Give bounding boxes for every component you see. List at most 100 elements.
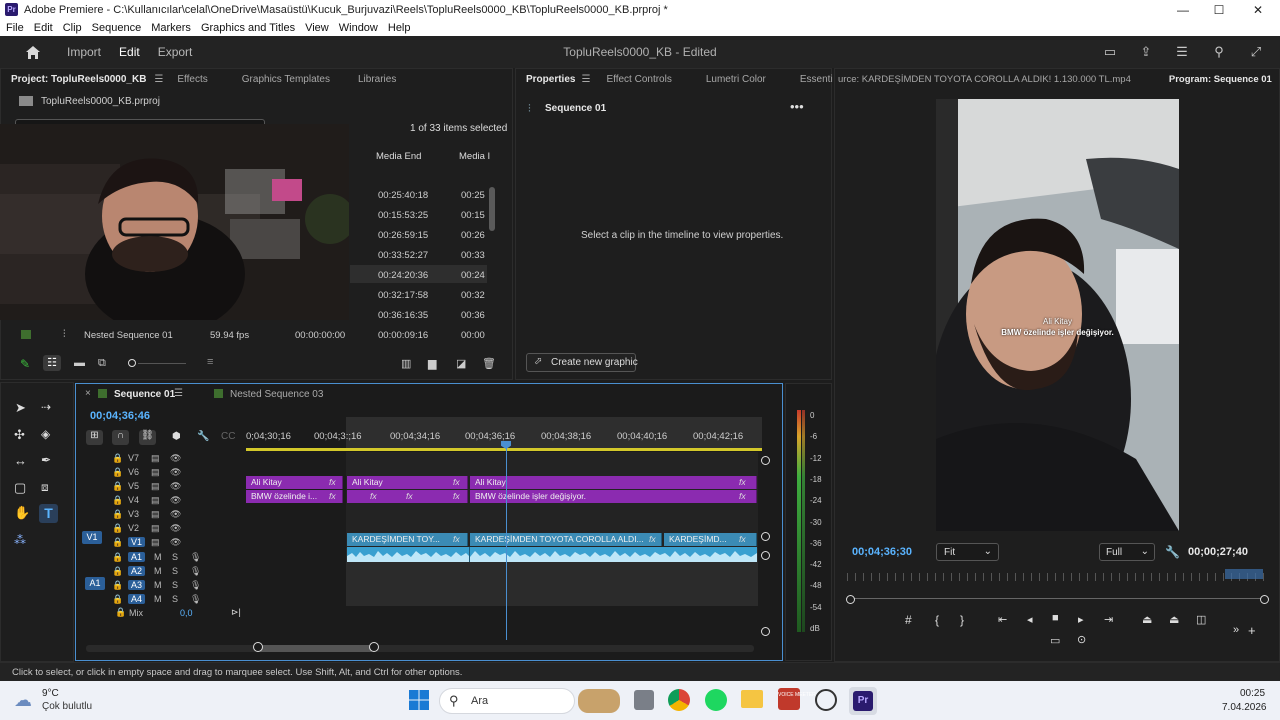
pencil-icon[interactable]: ✎ [20,357,30,371]
insert-nest-icon[interactable]: ⊞ [86,430,103,445]
sync-lock-icon[interactable]: ▤ [151,509,160,520]
col-media-in[interactable]: Media I [459,151,490,162]
a-zoom-handle-bottom[interactable] [761,627,770,636]
clip-v5-2[interactable]: Ali Kitay [347,476,468,489]
table-row[interactable]: 00:15:53:25 00:15 [350,205,487,223]
file-explorer-icon[interactable] [741,690,763,708]
v-zoom-handle-top[interactable] [761,456,770,465]
tab-nested-sequence-03[interactable]: Nested Sequence 03 [230,389,323,400]
workspaces-icon[interactable]: ▭ [1102,44,1118,60]
zoom-handle-left[interactable] [846,595,855,604]
sync-lock-icon[interactable]: ▤ [151,467,160,478]
mute-icon[interactable]: M [154,580,162,590]
fit-dropdown[interactable]: Fit ⌄ [936,543,999,561]
clip-v1-2[interactable]: KARDEŞİMDEN TOYOTA COROLLA ALDI... [470,533,662,546]
nested-row-name[interactable]: Nested Sequence 01 [84,330,173,341]
properties-menu-icon[interactable]: ☰ [581,74,590,85]
clip-v5-3[interactable]: Ali Kitay [470,476,757,489]
clock-date[interactable]: 7.04.2026 [1222,702,1267,713]
freeform-view-icon[interactable]: ⧉ [98,357,106,370]
video-track-header[interactable]: 🔒 V1 ▤ 👁 [112,535,232,549]
video-track-header[interactable]: 🔒 V4 ▤ 👁 [112,493,232,507]
icon-view-icon[interactable]: ▬ [74,357,85,369]
monitor-zoom-bar[interactable] [849,598,1267,599]
generative-extend-tool-icon[interactable]: ⁂ [14,533,26,547]
microphone-icon[interactable]: 🎙 [190,594,201,605]
clip-v4-3[interactable]: BMW özelinde işler değişiyor. [470,490,757,503]
clock-time[interactable]: 00:25 [1240,688,1265,699]
vr-icon[interactable]: ▭ [1050,634,1060,647]
tab-source[interactable]: urce: KARDEŞİMDEN TOYOTA COROLLA ALDIK! … [838,74,1131,85]
windows-start-icon[interactable] [408,689,430,711]
video-track-header[interactable]: 🔒 V3 ▤ 👁 [112,507,232,521]
panel-menu-icon[interactable]: ☰ [154,74,163,85]
chrome-icon[interactable] [668,689,690,711]
monitor-ruler[interactable] [847,573,1265,581]
maximize-button[interactable]: ☐ [1199,0,1239,19]
table-row[interactable]: 00:26:59:15 00:26 [350,225,487,243]
more-controls-icon[interactable]: » [1233,624,1239,636]
playhead-line[interactable] [506,446,507,640]
h-scroll-handle-right[interactable] [369,642,379,652]
search-highlight-icon[interactable] [578,689,620,713]
new-item-icon[interactable]: ◪ [456,357,466,370]
tab-edit[interactable]: Edit [119,45,140,59]
menu-clip[interactable]: Clip [63,22,82,34]
eye-icon[interactable]: 👁 [170,453,181,464]
selection-tool-icon[interactable]: ➤ [15,400,26,416]
type-tool-icon[interactable]: T [39,504,58,523]
go-to-in-icon[interactable]: ⇤ [998,613,1007,626]
automate-icon[interactable]: ▥ [401,357,411,370]
search-icon[interactable]: ⚲ [1211,44,1227,60]
weather-temperature[interactable]: 9°C [42,688,59,699]
source-patch-a1[interactable]: A1 [85,577,105,590]
audio-track-header[interactable]: 🔒 A4 M S 🎙 [112,592,232,606]
mute-icon[interactable]: M [154,594,162,604]
track-select-tool-icon[interactable]: ⇢ [41,400,51,414]
tab-essential[interactable]: Essenti [800,74,833,85]
progress-icon[interactable]: ☰ [1174,44,1190,60]
audio-track-header[interactable]: 🔒 A1 M S 🎙 [112,550,232,564]
sync-lock-icon[interactable]: ▤ [151,481,160,492]
minimize-button[interactable]: — [1163,0,1203,19]
sync-lock-icon[interactable]: ▤ [151,495,160,506]
tab-libraries[interactable]: Libraries [358,74,396,85]
taskbar-search-box[interactable]: ⚲ Ara [439,688,575,714]
button-editor-icon[interactable]: + [1248,623,1256,638]
solo-icon[interactable]: S [172,594,178,604]
lift-icon[interactable]: ⏏ [1142,613,1152,626]
source-patch-v1[interactable]: V1 [82,531,102,544]
insert-icon[interactable]: ◫ [1196,613,1206,626]
create-new-graphic-button[interactable]: ⬀ Create new graphic [526,353,638,372]
fullscreen-icon[interactable]: ⤢ [1248,44,1264,60]
eye-icon[interactable]: 👁 [170,509,181,520]
trash-icon[interactable]: 🗑 [482,357,496,370]
menu-sequence[interactable]: Sequence [92,22,142,34]
obs-icon[interactable] [815,689,837,711]
audio-clip-a1[interactable] [347,547,757,562]
table-row[interactable]: 00:32:17:58 00:32 [350,285,487,303]
mark-out-icon[interactable]: } [960,613,964,627]
a-zoom-handle-top[interactable] [761,551,770,560]
h-scrollbar-thumb[interactable] [258,645,374,652]
premiere-taskbar-active[interactable]: Pr [849,687,877,715]
video-track-header[interactable]: 🔒 V7 ▤ 👁 [112,451,232,465]
tab-effect-controls[interactable]: Effect Controls [606,74,671,85]
lock-icon[interactable]: 🔒 [112,509,123,520]
menu-window[interactable]: Window [339,22,378,34]
more-options-icon[interactable]: ••• [790,99,804,114]
work-area-bar[interactable] [246,448,762,451]
solo-icon[interactable]: S [172,566,178,576]
sequence-menu-icon[interactable]: ☰ [174,388,183,399]
microphone-icon[interactable]: 🎙 [190,580,201,591]
lock-icon[interactable]: 🔒 [112,523,123,534]
zoom-handle-right[interactable] [1260,595,1269,604]
lock-icon[interactable]: 🔒 [112,537,123,548]
col-media-end[interactable]: Media End [376,151,421,162]
video-track-header[interactable]: 🔒 V6 ▤ 👁 [112,465,232,479]
menu-edit[interactable]: Edit [34,22,53,34]
rectangle-tool-icon[interactable]: ▢ [14,480,26,496]
captions-icon[interactable]: CC [221,431,235,442]
lock-icon[interactable]: 🔒 [112,467,123,478]
eye-icon[interactable]: 👁 [170,523,181,534]
